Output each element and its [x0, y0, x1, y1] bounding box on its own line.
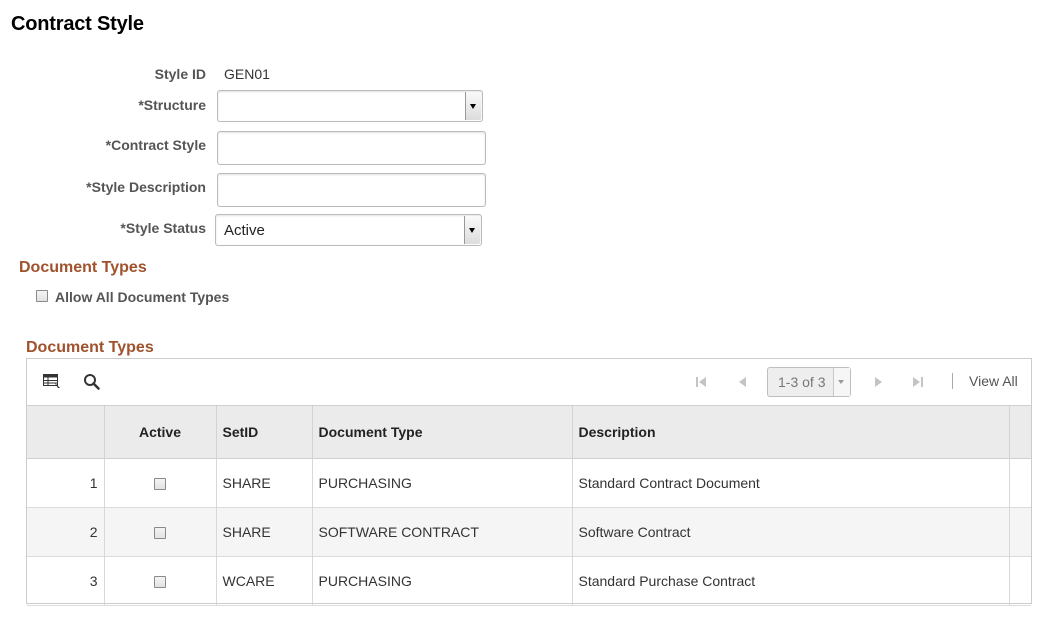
setid-cell: WCARE: [215, 556, 312, 606]
contract-style-label: *Contract Style: [105, 137, 206, 153]
active-cell: [103, 556, 216, 606]
toolbar-divider: [952, 373, 953, 389]
style-id-label: Style ID: [154, 66, 206, 82]
style-status-select[interactable]: Active: [215, 214, 482, 246]
table-row: 2 SHARE SOFTWARE CONTRACT Software Contr…: [27, 507, 1031, 557]
page-title: Contract Style: [11, 13, 144, 35]
find-icon[interactable]: [83, 373, 101, 391]
row-number: 1: [27, 458, 104, 508]
row-number: 2: [27, 507, 104, 557]
style-status-label: *Style Status: [120, 220, 206, 236]
row-range-text: 1-3 of 3: [778, 374, 826, 390]
setid-cell: SHARE: [215, 507, 312, 557]
view-all-link[interactable]: View All: [969, 373, 1018, 389]
document-types-table: Active SetID Document Type Description 1…: [27, 405, 1031, 606]
document-type-cell: PURCHASING: [311, 556, 572, 606]
personalize-grid-icon[interactable]: [43, 373, 61, 389]
active-checkbox[interactable]: [154, 478, 166, 491]
document-types-grid: 1-3 of 3 View All Active SetID Document …: [26, 358, 1032, 606]
row-number: 3: [27, 556, 104, 606]
spacer-cell: [1008, 556, 1031, 606]
description-cell: Standard Purchase Contract: [571, 556, 1009, 606]
column-header-description[interactable]: Description: [571, 405, 1009, 459]
row-range-dropdown[interactable]: 1-3 of 3: [767, 367, 851, 397]
structure-select[interactable]: [217, 90, 483, 122]
document-types-heading: Document Types: [19, 259, 147, 276]
contract-style-input[interactable]: [217, 131, 486, 165]
next-page-icon[interactable]: [871, 375, 885, 389]
active-checkbox[interactable]: [154, 576, 166, 589]
style-description-input[interactable]: [217, 173, 486, 207]
allow-all-document-types-checkbox[interactable]: [36, 290, 48, 302]
grid-title: Document Types: [26, 339, 154, 356]
setid-cell: SHARE: [215, 458, 312, 508]
spacer-cell: [1008, 507, 1031, 557]
document-type-cell: PURCHASING: [311, 458, 572, 508]
column-header-spacer: [1008, 405, 1031, 459]
style-description-label: *Style Description: [86, 179, 206, 195]
style-status-select-value: Active: [224, 222, 265, 239]
structure-label: *Structure: [138, 97, 206, 113]
column-header-setid[interactable]: SetID: [215, 405, 312, 459]
table-header-row: Active SetID Document Type Description: [27, 405, 1031, 459]
style-id-value: GEN01: [224, 66, 270, 82]
document-type-cell: SOFTWARE CONTRACT: [311, 507, 572, 557]
active-cell: [103, 458, 216, 508]
table-row: 3 WCARE PURCHASING Standard Purchase Con…: [27, 556, 1031, 606]
structure-dropdown-icon[interactable]: [465, 92, 481, 120]
first-page-icon[interactable]: [694, 375, 708, 389]
spacer-cell: [1008, 458, 1031, 508]
column-header-active[interactable]: Active: [103, 405, 216, 459]
style-status-dropdown-icon[interactable]: [464, 216, 480, 244]
description-cell: Software Contract: [571, 507, 1009, 557]
column-header-row-number: [27, 405, 104, 459]
active-cell: [103, 507, 216, 557]
last-page-icon[interactable]: [911, 375, 925, 389]
column-header-document-type[interactable]: Document Type: [311, 405, 572, 459]
grid-toolbar: 1-3 of 3 View All: [27, 359, 1031, 405]
previous-page-icon[interactable]: [736, 375, 750, 389]
allow-all-document-types-label: Allow All Document Types: [55, 289, 230, 305]
table-row: 1 SHARE PURCHASING Standard Contract Doc…: [27, 458, 1031, 508]
active-checkbox[interactable]: [154, 527, 166, 540]
description-cell: Standard Contract Document: [571, 458, 1009, 508]
chevron-down-icon[interactable]: [833, 368, 850, 396]
